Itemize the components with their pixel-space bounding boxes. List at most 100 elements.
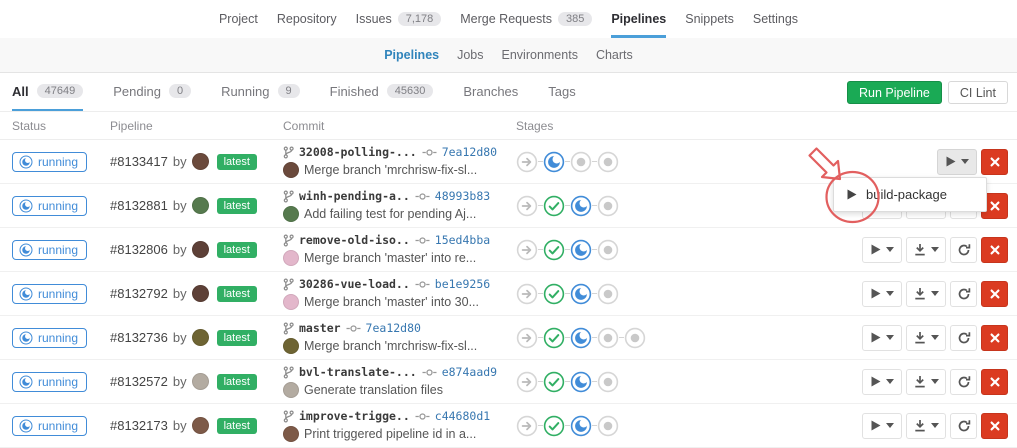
cancel-pipeline-button[interactable]	[981, 325, 1008, 351]
commit-message[interactable]: Generate translation files	[304, 383, 443, 397]
tab-branches[interactable]: Branches	[463, 73, 518, 111]
stage-passed-icon[interactable]	[543, 239, 565, 261]
top-nav-snippets[interactable]: Snippets	[685, 0, 734, 38]
stage-created-icon[interactable]	[597, 195, 619, 217]
commit-sha-link[interactable]: e874aad9	[442, 365, 497, 379]
stage-running-icon[interactable]	[570, 327, 592, 349]
stage-passed-icon[interactable]	[543, 327, 565, 349]
retry-pipeline-button[interactable]	[950, 281, 977, 307]
user-avatar[interactable]	[192, 241, 209, 258]
commit-author-avatar[interactable]	[283, 162, 299, 178]
commit-message[interactable]: Print triggered pipeline id in a...	[304, 427, 476, 441]
branch-link[interactable]: 30286-vue-load..	[299, 277, 410, 291]
play-dropdown-button[interactable]	[862, 237, 902, 263]
sub-nav-jobs[interactable]: Jobs	[457, 38, 483, 72]
retry-pipeline-button[interactable]	[950, 237, 977, 263]
branch-link[interactable]: winh-pending-a..	[299, 189, 410, 203]
stage-created-icon[interactable]	[597, 327, 619, 349]
user-avatar[interactable]	[192, 153, 209, 170]
stage-skipped-icon[interactable]	[516, 283, 538, 305]
pipeline-id-link[interactable]: #8132806	[110, 242, 168, 257]
pipeline-id-link[interactable]: #8132572	[110, 374, 168, 389]
stage-skipped-icon[interactable]	[516, 415, 538, 437]
stage-passed-icon[interactable]	[543, 371, 565, 393]
cancel-pipeline-button[interactable]	[981, 413, 1008, 439]
commit-sha-link[interactable]: 15ed4bba	[435, 233, 490, 247]
stage-passed-icon[interactable]	[543, 415, 565, 437]
cancel-pipeline-button[interactable]	[981, 369, 1008, 395]
status-badge[interactable]: running	[12, 284, 87, 304]
user-avatar[interactable]	[192, 197, 209, 214]
retry-pipeline-button[interactable]	[950, 369, 977, 395]
stage-passed-icon[interactable]	[543, 283, 565, 305]
user-avatar[interactable]	[192, 285, 209, 302]
commit-message[interactable]: Merge branch 'master' into re...	[304, 251, 476, 265]
retry-pipeline-button[interactable]	[950, 325, 977, 351]
stage-skipped-icon[interactable]	[516, 195, 538, 217]
top-nav-project[interactable]: Project	[219, 0, 258, 38]
cancel-pipeline-button[interactable]	[981, 237, 1008, 263]
status-badge[interactable]: running	[12, 240, 87, 260]
status-badge[interactable]: running	[12, 328, 87, 348]
commit-sha-link[interactable]: be1e9256	[435, 277, 490, 291]
retry-pipeline-button[interactable]	[950, 413, 977, 439]
run-pipeline-button[interactable]: Run Pipeline	[847, 81, 942, 104]
top-nav-merge-requests[interactable]: Merge Requests385	[460, 0, 592, 38]
user-avatar[interactable]	[192, 329, 209, 346]
commit-author-avatar[interactable]	[283, 206, 299, 222]
stage-skipped-icon[interactable]	[516, 239, 538, 261]
sub-nav-pipelines[interactable]: Pipelines	[384, 38, 439, 72]
pipeline-id-link[interactable]: #8132173	[110, 418, 168, 433]
stage-created-icon[interactable]	[597, 415, 619, 437]
commit-message[interactable]: Merge branch 'mrchrisw-fix-sl...	[304, 163, 477, 177]
stage-running-icon[interactable]	[570, 371, 592, 393]
pipeline-id-link[interactable]: #8133417	[110, 154, 168, 169]
branch-link[interactable]: 32008-polling-...	[299, 145, 417, 159]
commit-sha-link[interactable]: 48993b83	[435, 189, 490, 203]
status-badge[interactable]: running	[12, 416, 87, 436]
commit-message[interactable]: Merge branch 'mrchrisw-fix-sl...	[304, 339, 477, 353]
stage-created-icon[interactable]	[597, 371, 619, 393]
commit-sha-link[interactable]: c44680d1	[435, 409, 490, 423]
stage-created-icon[interactable]	[570, 151, 592, 173]
tab-running[interactable]: Running9	[221, 73, 300, 111]
user-avatar[interactable]	[192, 417, 209, 434]
branch-link[interactable]: improve-trigge..	[299, 409, 410, 423]
play-dropdown-button[interactable]	[862, 281, 902, 307]
commit-author-avatar[interactable]	[283, 294, 299, 310]
sub-nav-charts[interactable]: Charts	[596, 38, 633, 72]
ci-lint-button[interactable]: CI Lint	[948, 81, 1008, 104]
top-nav-issues[interactable]: Issues7,178	[356, 0, 442, 38]
stage-skipped-icon[interactable]	[516, 327, 538, 349]
pipeline-id-link[interactable]: #8132881	[110, 198, 168, 213]
sub-nav-environments[interactable]: Environments	[502, 38, 578, 72]
commit-author-avatar[interactable]	[283, 426, 299, 442]
commit-author-avatar[interactable]	[283, 382, 299, 398]
pipeline-id-link[interactable]: #8132736	[110, 330, 168, 345]
tab-finished[interactable]: Finished45630	[330, 73, 434, 111]
artifacts-dropdown-button[interactable]	[906, 281, 946, 307]
play-dropdown-button[interactable]	[862, 369, 902, 395]
artifacts-dropdown-button[interactable]	[906, 325, 946, 351]
play-dropdown-button[interactable]	[862, 413, 902, 439]
stage-running-icon[interactable]	[570, 195, 592, 217]
status-badge[interactable]: running	[12, 152, 87, 172]
artifacts-dropdown-button[interactable]	[906, 369, 946, 395]
top-nav-pipelines[interactable]: Pipelines	[611, 0, 666, 38]
stage-skipped-icon[interactable]	[516, 151, 538, 173]
stage-running-icon[interactable]	[570, 239, 592, 261]
stage-created-icon[interactable]	[624, 327, 646, 349]
stage-running-icon[interactable]	[570, 283, 592, 305]
status-badge[interactable]: running	[12, 196, 87, 216]
stage-running-icon[interactable]	[543, 151, 565, 173]
branch-link[interactable]: master	[299, 321, 341, 335]
top-nav-settings[interactable]: Settings	[753, 0, 798, 38]
commit-message[interactable]: Add failing test for pending Aj...	[304, 207, 476, 221]
stage-created-icon[interactable]	[597, 151, 619, 173]
stage-running-icon[interactable]	[570, 415, 592, 437]
tab-tags[interactable]: Tags	[548, 73, 575, 111]
stage-passed-icon[interactable]	[543, 195, 565, 217]
stage-created-icon[interactable]	[597, 239, 619, 261]
commit-author-avatar[interactable]	[283, 250, 299, 266]
commit-sha-link[interactable]: 7ea12d80	[442, 145, 497, 159]
